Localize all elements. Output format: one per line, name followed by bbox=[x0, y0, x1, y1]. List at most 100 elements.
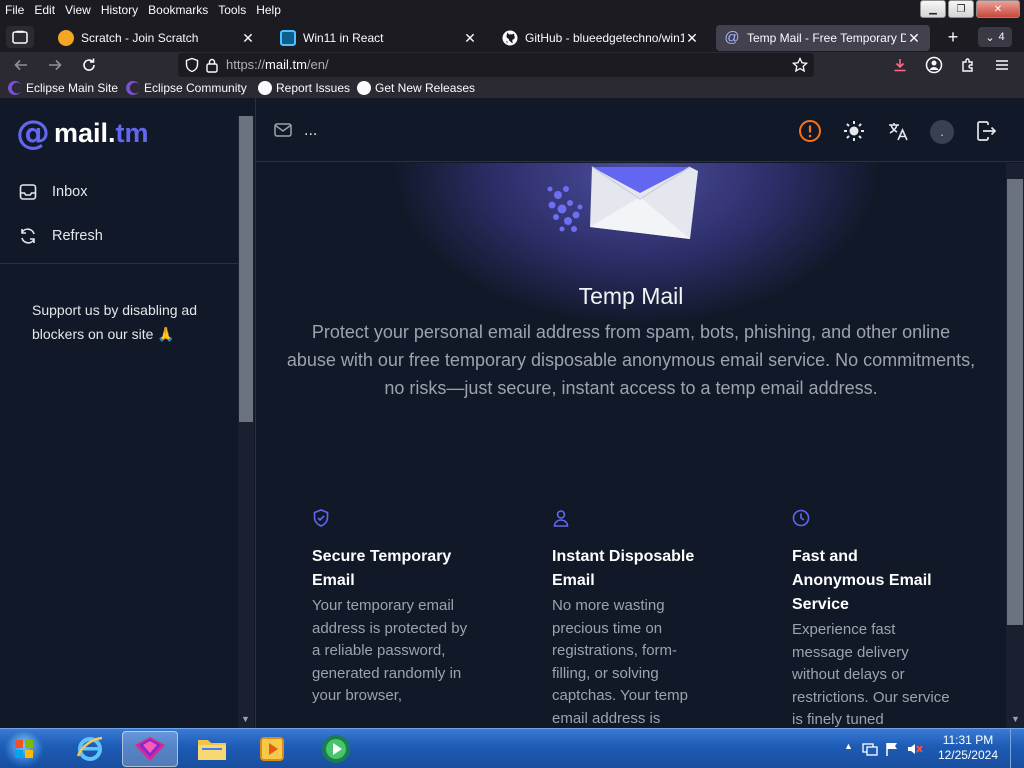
shield-icon[interactable] bbox=[184, 57, 200, 73]
menu-help[interactable]: Help bbox=[251, 2, 286, 18]
taskbar-firefox-eclipse[interactable] bbox=[122, 731, 178, 767]
bookmark-label: Report Issues bbox=[276, 81, 351, 95]
close-window-button[interactable]: ✕ bbox=[976, 0, 1020, 18]
logo-suffix: tm bbox=[115, 118, 149, 148]
tab-win11[interactable]: Win11 in React ✕ bbox=[272, 25, 486, 51]
taskbar-file-explorer[interactable] bbox=[184, 731, 240, 767]
new-tab-button[interactable]: + bbox=[942, 28, 964, 48]
browser-app-icon bbox=[135, 737, 165, 761]
bookmark-star-icon[interactable] bbox=[792, 57, 808, 73]
menu-bookmarks[interactable]: Bookmarks bbox=[143, 2, 213, 18]
close-tab-icon[interactable]: ✕ bbox=[462, 30, 478, 47]
menu-history[interactable]: History bbox=[96, 2, 143, 18]
bookmark-eclipse-main[interactable]: Eclipse Main Site bbox=[8, 81, 118, 95]
start-button[interactable] bbox=[4, 731, 44, 767]
arrow-left-icon bbox=[14, 59, 27, 71]
user-icon bbox=[553, 510, 569, 527]
bookmark-report-issues[interactable]: Report Issues bbox=[258, 81, 350, 95]
sidebar-scrollbar[interactable]: ▼ bbox=[238, 116, 254, 728]
logout-button[interactable] bbox=[973, 118, 999, 144]
main-scrollbar[interactable]: ▼ bbox=[1006, 163, 1024, 728]
clock[interactable]: 11:31 PM 12/25/2024 bbox=[938, 733, 998, 763]
downloads-button[interactable] bbox=[888, 54, 912, 76]
email-address[interactable]: ... bbox=[304, 122, 317, 140]
eclipse-icon bbox=[126, 81, 140, 95]
minimize-button[interactable]: ▁ bbox=[920, 0, 946, 18]
sidebar-item-refresh[interactable]: Refresh bbox=[18, 226, 103, 246]
tab-github[interactable]: GitHub - blueedgetechno/win1 ✕ bbox=[494, 25, 708, 51]
menu-view[interactable]: View bbox=[60, 2, 96, 18]
chevron-down-icon: ⌄ bbox=[985, 31, 995, 44]
win11-favicon-icon bbox=[280, 30, 296, 46]
app-menu-button[interactable] bbox=[990, 54, 1014, 76]
feature-title: Fast and Anonymous Email Service bbox=[792, 548, 932, 613]
clock-time: 11:31 PM bbox=[942, 733, 994, 747]
mail-icon bbox=[274, 123, 292, 137]
main-content: Temp Mail Protect your personal email ad… bbox=[256, 163, 1006, 728]
github-favicon-icon bbox=[502, 30, 518, 46]
lock-icon[interactable] bbox=[205, 57, 219, 73]
taskbar-internet-explorer[interactable] bbox=[62, 731, 118, 767]
menu-edit[interactable]: Edit bbox=[29, 2, 60, 18]
forward-button[interactable] bbox=[44, 54, 66, 76]
language-button[interactable] bbox=[885, 118, 911, 144]
theme-toggle-button[interactable] bbox=[841, 118, 867, 144]
tab-title: Scratch - Join Scratch bbox=[81, 31, 199, 45]
menu-tools[interactable]: Tools bbox=[213, 2, 251, 18]
reload-button[interactable] bbox=[78, 54, 100, 76]
close-tab-icon[interactable]: ✕ bbox=[240, 30, 256, 47]
feature-description: Experience fast message delivery without… bbox=[792, 621, 950, 728]
windows-logo-icon bbox=[15, 740, 33, 758]
sidebar-item-label: Inbox bbox=[52, 184, 88, 200]
tab-tempmail[interactable]: @ Temp Mail - Free Temporary Di ✕ bbox=[716, 25, 930, 51]
alert-circle-icon bbox=[799, 120, 821, 142]
url-bar[interactable]: https://mail.tm/en/ bbox=[178, 53, 814, 77]
back-button[interactable] bbox=[10, 54, 32, 76]
site-logo[interactable]: @ mail.tm bbox=[16, 116, 149, 150]
feature-instant: Instant Disposable Email No more wasting… bbox=[552, 508, 712, 728]
tab-title: GitHub - blueedgetechno/win1 bbox=[525, 31, 684, 45]
bookmark-label: Eclipse Community bbox=[144, 81, 247, 95]
system-tray: ▲ 11:31 PM 12/25/2024 bbox=[834, 729, 1024, 768]
clock-icon bbox=[792, 509, 810, 527]
url-text[interactable]: https://mail.tm/en/ bbox=[226, 57, 329, 72]
list-all-tabs-button[interactable]: ⌄ 4 bbox=[978, 27, 1012, 47]
scroll-down-arrow-icon[interactable]: ▼ bbox=[241, 714, 250, 724]
url-path: /en/ bbox=[306, 57, 329, 72]
logo-wordmark: mail.tm bbox=[54, 116, 149, 150]
close-tab-icon[interactable]: ✕ bbox=[906, 30, 922, 47]
show-desktop-button[interactable] bbox=[1010, 729, 1024, 768]
avatar[interactable]: . bbox=[930, 120, 954, 144]
reload-icon bbox=[83, 58, 95, 71]
action-center-icon[interactable] bbox=[862, 741, 878, 757]
refresh-icon bbox=[21, 228, 35, 244]
tab-scratch[interactable]: Scratch - Join Scratch ✕ bbox=[50, 25, 264, 51]
flag-icon[interactable] bbox=[884, 741, 900, 757]
folder-icon bbox=[198, 740, 226, 760]
navigation-bar: https://mail.tm/en/ bbox=[0, 52, 1024, 78]
sidebar-item-inbox[interactable]: Inbox bbox=[18, 182, 87, 202]
show-hidden-icons-icon[interactable]: ▲ bbox=[844, 741, 853, 751]
taskbar-wmp[interactable] bbox=[308, 731, 364, 767]
bookmark-eclipse-community[interactable]: Eclipse Community bbox=[126, 81, 247, 95]
tab-strip: Scratch - Join Scratch ✕ Win11 in React … bbox=[0, 22, 1024, 52]
scrollbar-thumb[interactable] bbox=[239, 116, 253, 422]
scrollbar-thumb[interactable] bbox=[1007, 179, 1023, 625]
extensions-button[interactable] bbox=[956, 54, 980, 76]
volume-muted-icon[interactable] bbox=[906, 741, 924, 757]
sidebar: @ mail.tm Inbox Refresh Support us by di… bbox=[0, 98, 256, 728]
alert-button[interactable] bbox=[797, 118, 823, 144]
bookmark-get-new-releases[interactable]: Get New Releases bbox=[357, 81, 475, 95]
account-button[interactable] bbox=[922, 54, 946, 76]
close-tab-icon[interactable]: ✕ bbox=[684, 30, 700, 47]
sun-icon bbox=[844, 121, 864, 141]
clock-date: 12/25/2024 bbox=[937, 748, 998, 762]
firefox-view-button[interactable] bbox=[6, 26, 34, 48]
mailtm-favicon-icon: @ bbox=[724, 29, 740, 46]
mail-header: ... . bbox=[256, 98, 1024, 162]
menu-file[interactable]: File bbox=[0, 2, 29, 18]
scroll-down-arrow-icon[interactable]: ▼ bbox=[1011, 714, 1020, 724]
taskbar-media-player[interactable] bbox=[244, 731, 300, 767]
bookmark-label: Eclipse Main Site bbox=[26, 81, 119, 95]
restore-button[interactable]: ❐ bbox=[948, 0, 974, 18]
